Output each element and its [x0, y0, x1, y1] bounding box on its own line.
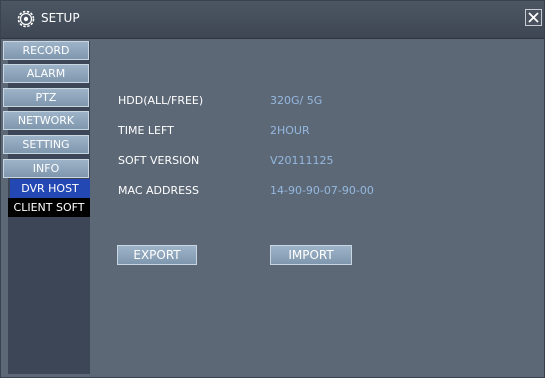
info-panel: HDD(ALL/FREE) 320G/ 5G TIME LEFT 2HOUR S… — [90, 39, 544, 376]
sidebar-item-info[interactable]: INFO — [3, 159, 89, 178]
close-button[interactable] — [525, 9, 542, 26]
window-title: SETUP — [41, 11, 80, 25]
hdd-label: HDD(ALL/FREE) — [118, 94, 204, 107]
time-left-value: 2HOUR — [270, 124, 310, 137]
sidebar-item-ptz[interactable]: PTZ — [3, 88, 89, 107]
sidebar-item-client-soft[interactable]: CLIENT SOFT — [8, 198, 90, 217]
mac-address-value: 14-90-90-07-90-00 — [270, 184, 374, 197]
sidebar-item-record[interactable]: RECORD — [3, 41, 89, 60]
title-bar: SETUP — [1, 1, 544, 39]
soft-version-label: SOFT VERSION — [118, 154, 200, 167]
import-button[interactable]: IMPORT — [270, 245, 352, 265]
close-icon — [528, 12, 539, 23]
sidebar-item-dvr-host[interactable]: DVR HOST — [10, 179, 90, 198]
setup-window: SETUP RECORD ALARM PTZ NETWORK SETTING I… — [0, 0, 545, 378]
gear-icon — [16, 9, 36, 29]
time-left-label: TIME LEFT — [118, 124, 174, 137]
hdd-value: 320G/ 5G — [270, 94, 323, 107]
sidebar-item-network[interactable]: NETWORK — [3, 111, 89, 130]
sidebar-item-alarm[interactable]: ALARM — [3, 64, 89, 83]
soft-version-value: V20111125 — [270, 154, 334, 167]
mac-address-label: MAC ADDRESS — [118, 184, 200, 197]
export-button[interactable]: EXPORT — [117, 245, 197, 265]
sidebar-item-setting[interactable]: SETTING — [3, 135, 89, 154]
